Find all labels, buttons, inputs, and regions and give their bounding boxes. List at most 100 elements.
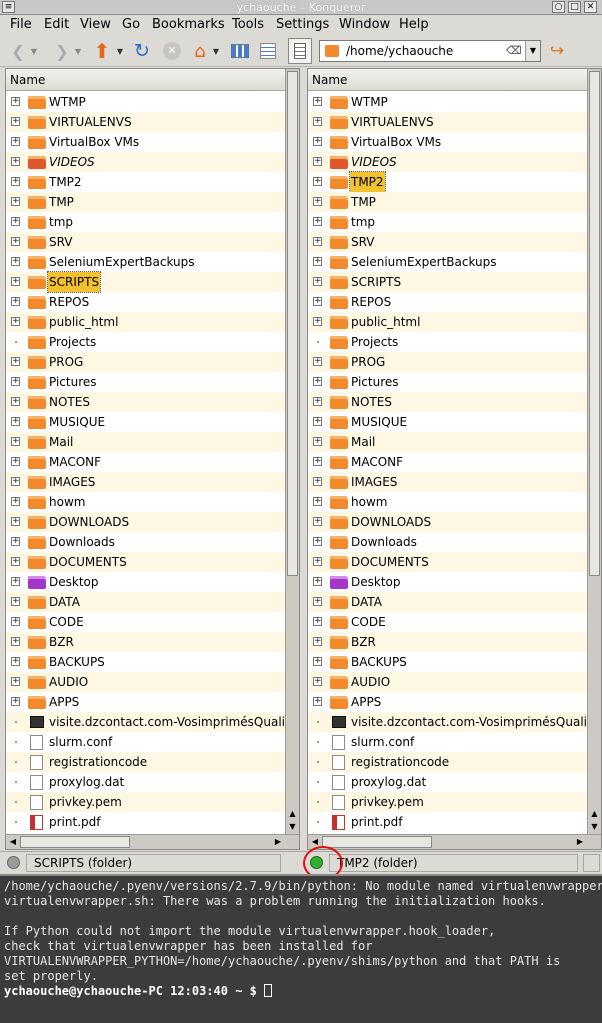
expand-icon[interactable]: +	[313, 117, 322, 126]
expand-icon[interactable]: +	[313, 197, 322, 206]
expand-icon[interactable]: +	[11, 517, 20, 526]
list-item[interactable]: + PROG	[308, 352, 588, 372]
expand-icon[interactable]: +	[11, 277, 20, 286]
expand-icon[interactable]: +	[313, 157, 322, 166]
expand-icon[interactable]: +	[313, 317, 322, 326]
terminal-panel[interactable]: /home/ychaouche/.pyenv/versions/2.7.9/bi…	[0, 874, 602, 1023]
list-item[interactable]: + WTMP	[308, 92, 588, 112]
expand-icon[interactable]: +	[11, 237, 20, 246]
list-item[interactable]: + SeleniumExpertBackups	[6, 252, 286, 272]
expand-icon[interactable]: +	[11, 197, 20, 206]
name-column-header[interactable]: Name	[6, 69, 286, 91]
expand-icon[interactable]: +	[313, 137, 322, 146]
list-item[interactable]: + BZR	[6, 632, 286, 652]
list-item[interactable]: + REPOS	[308, 292, 588, 312]
list-item[interactable]: + TMP	[6, 192, 286, 212]
tree-view-icon[interactable]	[288, 38, 312, 64]
list-item[interactable]: + howm	[308, 492, 588, 512]
expand-icon[interactable]: +	[313, 97, 322, 106]
list-item[interactable]: privkey.pem	[308, 792, 588, 812]
expand-icon[interactable]: +	[313, 477, 322, 486]
list-item[interactable]: + Downloads	[308, 532, 588, 552]
close-icon[interactable]: ✕	[584, 1, 597, 13]
list-item[interactable]: + CODE	[308, 612, 588, 632]
expand-icon[interactable]: +	[11, 157, 20, 166]
list-item[interactable]: + VIRTUALENVS	[6, 112, 286, 132]
vertical-scrollbar[interactable]: ▲ ▼	[285, 69, 299, 834]
expand-icon[interactable]: +	[11, 457, 20, 466]
expand-icon[interactable]: +	[11, 117, 20, 126]
expand-icon[interactable]: +	[313, 237, 322, 246]
expand-icon[interactable]: +	[11, 537, 20, 546]
list-item[interactable]: + AUDIO	[6, 672, 286, 692]
scroll-left-icon[interactable]: ◀	[7, 836, 19, 848]
list-item[interactable]: + REPOS	[6, 292, 286, 312]
expand-icon[interactable]: +	[313, 217, 322, 226]
list-item[interactable]: proxylog.dat	[6, 772, 286, 792]
menu-bookmarks[interactable]: Bookmarks	[152, 17, 225, 33]
list-item[interactable]: Projects	[308, 332, 588, 352]
up-arrow-icon[interactable]: ⬆	[92, 39, 112, 63]
list-item[interactable]: slurm.conf	[308, 732, 588, 752]
scrollbar-thumb[interactable]	[20, 836, 130, 848]
list-item[interactable]: + VIDEOS	[6, 152, 286, 172]
expand-icon[interactable]: +	[313, 677, 322, 686]
expand-icon[interactable]: +	[11, 557, 20, 566]
expand-icon[interactable]: +	[11, 357, 20, 366]
expand-icon[interactable]: +	[11, 697, 20, 706]
reload-icon[interactable]: ↻	[132, 40, 152, 62]
list-item[interactable]: registrationcode	[6, 752, 286, 772]
location-bar[interactable]: /home/ychaouche ⌫ ▼	[319, 40, 541, 62]
list-item[interactable]: visite.dzcontact.com-VosimprimésQuali	[6, 712, 286, 732]
list-item[interactable]: + TMP2	[308, 171, 588, 193]
scroll-right-icon[interactable]: ▶	[272, 836, 284, 848]
expand-icon[interactable]: +	[11, 477, 20, 486]
list-item[interactable]: + AUDIO	[308, 672, 588, 692]
up-dropdown[interactable]: ▼	[114, 41, 126, 61]
list-item[interactable]: + PROG	[6, 352, 286, 372]
list-item[interactable]: slurm.conf	[6, 732, 286, 752]
clear-location-icon[interactable]: ⌫	[506, 44, 522, 57]
terminal-prompt-line[interactable]: ychaouche@ychaouche-PC 12:03:40 ~ $	[4, 984, 598, 999]
forward-arrow-icon[interactable]: ❯	[52, 41, 72, 61]
expand-icon[interactable]: +	[11, 297, 20, 306]
location-dropdown[interactable]: ▼	[525, 41, 540, 61]
menu-settings[interactable]: Settings	[276, 17, 329, 33]
expand-icon[interactable]: +	[11, 377, 20, 386]
expand-icon[interactable]: +	[313, 497, 322, 506]
list-item[interactable]: + DOWNLOADS	[308, 512, 588, 532]
expand-icon[interactable]: +	[313, 177, 322, 186]
expand-icon[interactable]: +	[313, 357, 322, 366]
list-item[interactable]: + Mail	[308, 432, 588, 452]
expand-icon[interactable]: +	[11, 657, 20, 666]
menu-file[interactable]: File	[10, 17, 32, 33]
back-history-dropdown[interactable]: ▼	[28, 41, 40, 61]
expand-icon[interactable]: +	[11, 637, 20, 646]
vertical-scrollbar[interactable]: ▲ ▼	[587, 69, 601, 834]
expand-icon[interactable]: +	[313, 537, 322, 546]
list-item[interactable]: visite.dzcontact.com-VosimprimésQuali	[308, 712, 588, 732]
list-item[interactable]: + SCRIPTS	[308, 272, 588, 292]
list-item[interactable]: + Pictures	[308, 372, 588, 392]
horizontal-scrollbar[interactable]: ◀ ▶	[308, 834, 601, 849]
list-item[interactable]: + DOWNLOADS	[6, 512, 286, 532]
expand-icon[interactable]: +	[11, 497, 20, 506]
expand-icon[interactable]: +	[11, 677, 20, 686]
list-item[interactable]: + public_html	[308, 312, 588, 332]
scroll-up-icon[interactable]: ▲	[287, 807, 298, 820]
expand-icon[interactable]: +	[313, 657, 322, 666]
list-item[interactable]: + Mail	[6, 432, 286, 452]
expand-icon[interactable]: +	[313, 437, 322, 446]
list-item[interactable]: + DATA	[308, 592, 588, 612]
list-item[interactable]: + DOCUMENTS	[6, 552, 286, 572]
list-item[interactable]: + APPS	[6, 692, 286, 712]
list-item[interactable]: + APPS	[308, 692, 588, 712]
list-item[interactable]: + SRV	[6, 232, 286, 252]
left-pane-indicator-icon[interactable]	[7, 856, 20, 869]
expand-icon[interactable]: +	[313, 617, 322, 626]
stop-icon[interactable]: ✕	[162, 41, 182, 61]
expand-icon[interactable]: +	[313, 277, 322, 286]
list-item[interactable]: + SeleniumExpertBackups	[308, 252, 588, 272]
list-item[interactable]: + SCRIPTS	[6, 271, 286, 293]
maximize-icon[interactable]: □	[568, 1, 581, 13]
